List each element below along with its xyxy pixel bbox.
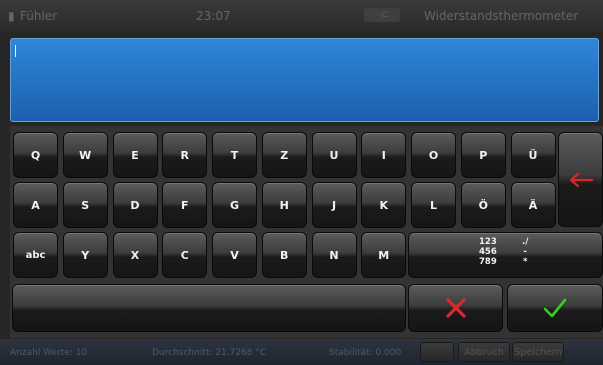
numbers-symbols-key[interactable]: 123 456 789 ./ - *	[408, 232, 603, 278]
status-extra-button[interactable]	[420, 342, 454, 362]
key-z[interactable]: Z	[261, 132, 307, 178]
key-ö[interactable]: Ö	[460, 182, 506, 228]
numbers-label: 123 456 789	[479, 237, 497, 267]
stability-value: Stabilität: 0.000	[329, 348, 402, 358]
key-r[interactable]: R	[162, 132, 208, 178]
key-a[interactable]: A	[13, 182, 58, 228]
key-g[interactable]: G	[212, 182, 257, 228]
symbols-label: ./ - *	[522, 237, 529, 267]
key-abc[interactable]: abc	[13, 232, 58, 278]
key-l[interactable]: L	[411, 182, 456, 228]
key-n[interactable]: N	[311, 232, 357, 278]
save-button[interactable]: Speichern	[512, 342, 564, 362]
confirm-key[interactable]	[507, 284, 603, 332]
key-h[interactable]: H	[261, 182, 307, 228]
key-t[interactable]: T	[212, 132, 257, 178]
cancel-key[interactable]	[408, 284, 503, 332]
on-screen-keyboard: 123 456 789 ./ - * QWERTZUIOPÜ ASDFGHJKLÖ…	[10, 126, 603, 338]
key-y[interactable]: Y	[62, 232, 108, 278]
text-caret	[15, 45, 16, 57]
key-b[interactable]: B	[261, 232, 307, 278]
key-i[interactable]: I	[361, 132, 407, 178]
backspace-arrow-icon	[569, 172, 593, 187]
key-p[interactable]: P	[460, 132, 506, 178]
key-q[interactable]: Q	[13, 132, 58, 178]
key-w[interactable]: W	[62, 132, 108, 178]
key-s[interactable]: S	[62, 182, 108, 228]
value-count: Anzahl Werte: 10	[10, 348, 88, 358]
key-j[interactable]: J	[311, 182, 357, 228]
checkmark-icon	[543, 298, 567, 318]
usb-icon: ⟞⊏	[364, 8, 400, 22]
key-ü[interactable]: Ü	[510, 132, 556, 178]
key-m[interactable]: M	[361, 232, 407, 278]
probe-label: Fühler	[20, 9, 58, 23]
key-e[interactable]: E	[112, 132, 158, 178]
key-u[interactable]: U	[311, 132, 357, 178]
key-x[interactable]: X	[112, 232, 158, 278]
key-c[interactable]: C	[162, 232, 208, 278]
probe-icon: ▮	[8, 9, 15, 23]
key-v[interactable]: V	[212, 232, 257, 278]
numbers-symbols-labels: 123 456 789 ./ - *	[409, 233, 602, 277]
abort-button[interactable]: Abbruch	[458, 342, 510, 362]
key-ä[interactable]: Ä	[510, 182, 556, 228]
key-f[interactable]: F	[162, 182, 208, 228]
title-bar: ▮ Fühler 23:07 ⟞⊏ Widerstandsthermometer	[0, 0, 603, 32]
sensor-type-label: Widerstandsthermometer	[424, 9, 579, 23]
text-input-field[interactable]	[10, 38, 599, 122]
clock: 23:07	[196, 9, 231, 23]
space-key[interactable]	[12, 284, 406, 332]
cross-icon	[445, 298, 466, 318]
average-value: Durchschnitt: 21.7268 °C	[152, 348, 267, 358]
key-o[interactable]: O	[411, 132, 456, 178]
key-k[interactable]: K	[361, 182, 407, 228]
key-d[interactable]: D	[112, 182, 158, 228]
backspace-key[interactable]	[558, 132, 603, 227]
